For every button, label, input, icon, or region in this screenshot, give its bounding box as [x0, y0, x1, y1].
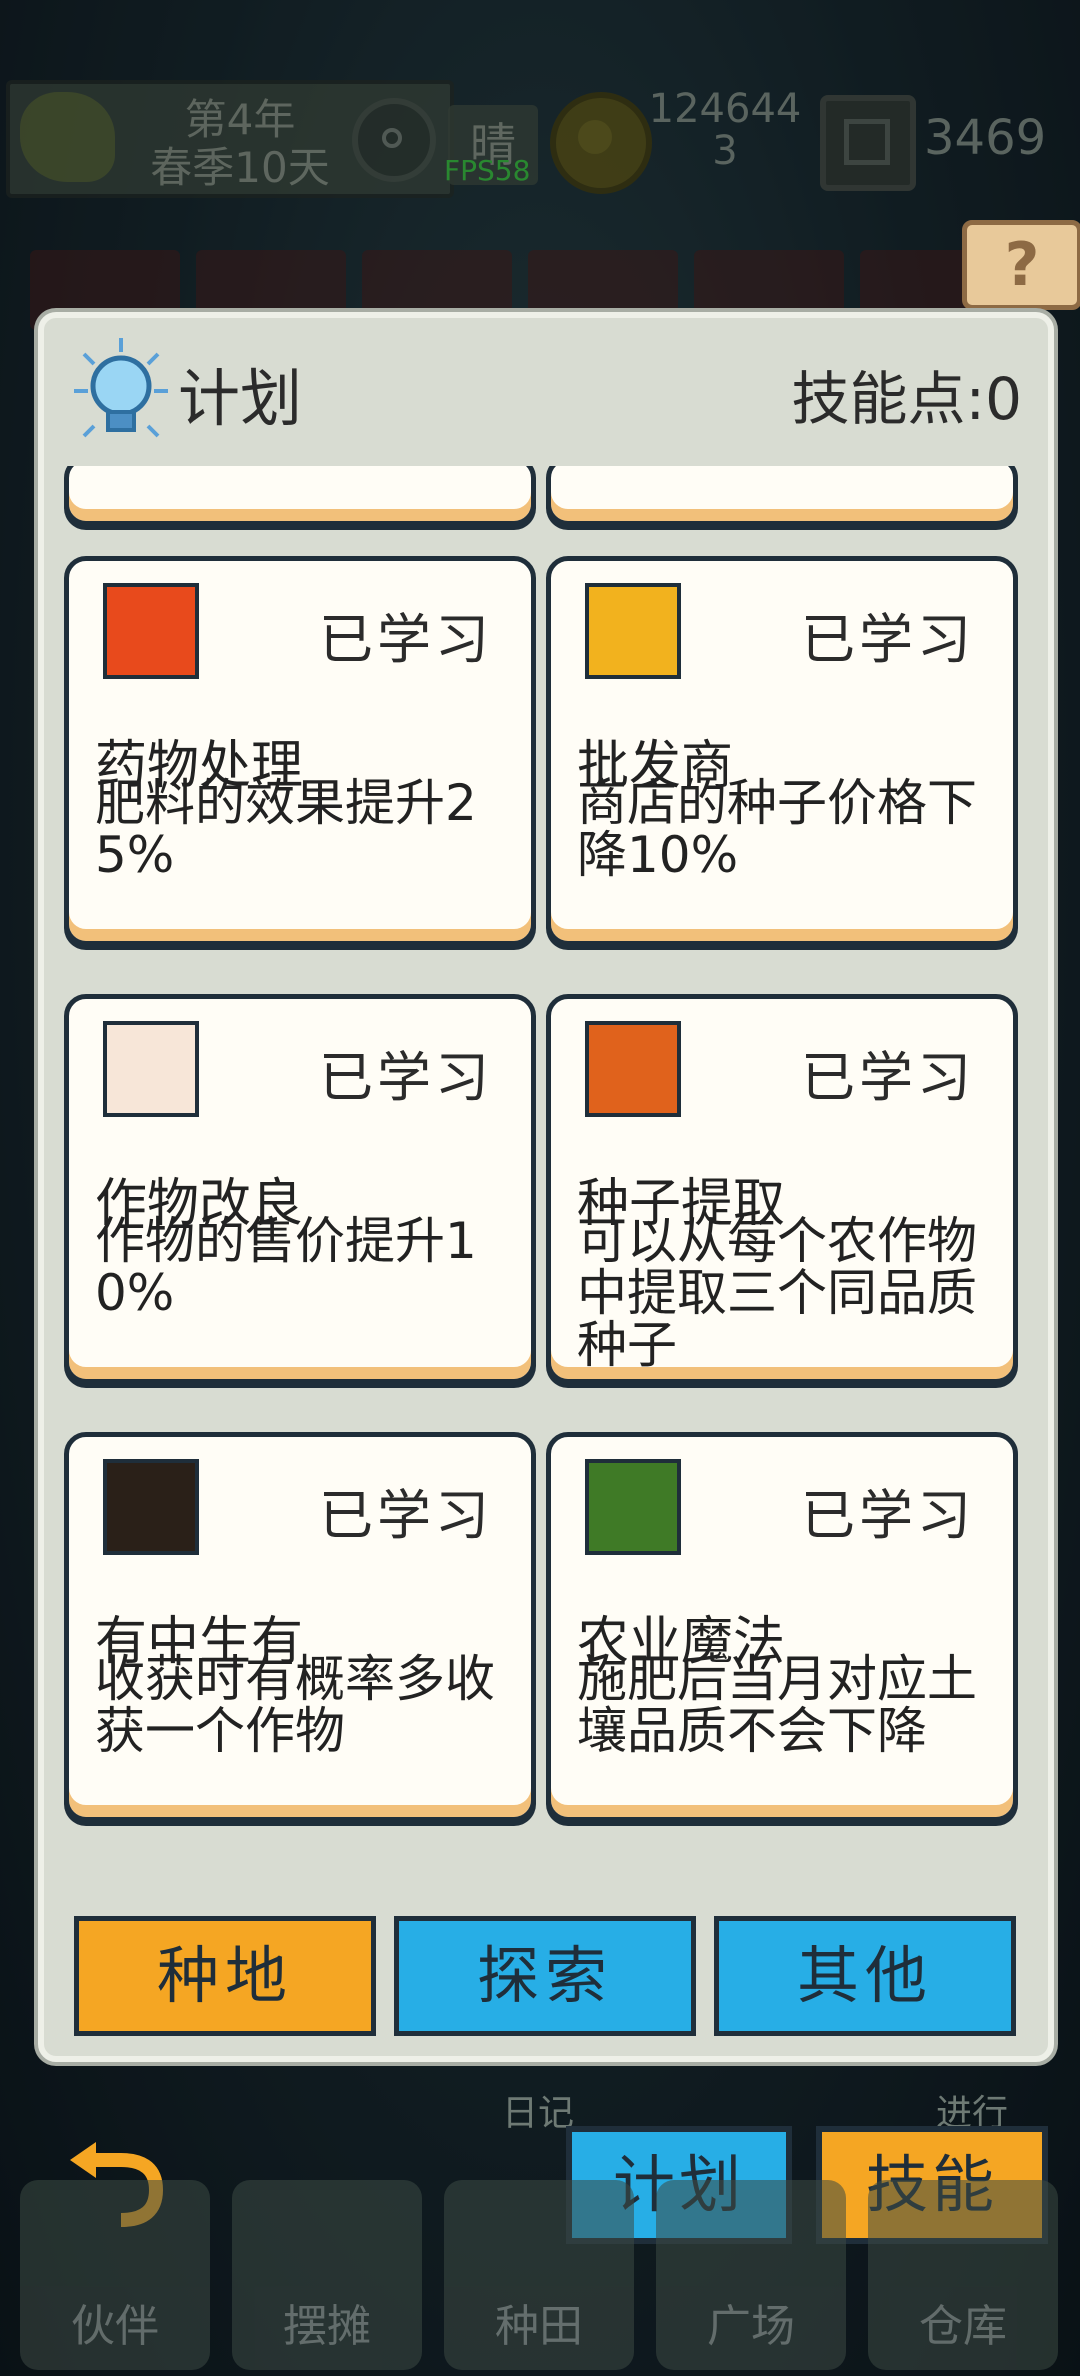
seed-bag-icon [585, 583, 681, 679]
seed-extract-icon [585, 1021, 681, 1117]
skill-card[interactable]: 已学习 批发商 商店的种子价格下降10% [546, 556, 1018, 946]
sparkle-box-icon [103, 1459, 199, 1555]
skill-desc: 收获时有概率多收获一个作物 [95, 1650, 495, 1760]
nav-plaza[interactable]: 广场 [656, 2180, 846, 2370]
skill-status: 已学习 [801, 1484, 975, 1547]
skill-points: 技能点:0 [791, 365, 1022, 433]
fertilizer-potion-icon [103, 583, 199, 679]
skill-list[interactable]: 已学习 药物处理 肥料的效果提升25% 已学习 批发商 商店的种子价格下降10%… [64, 466, 1028, 1866]
nav-label: 摆摊 [283, 2301, 371, 2352]
skill-card[interactable]: 已学习 有中生有 收获时有概率多收获一个作物 [64, 1432, 536, 1822]
plan-panel: 计划 技能点:0 已学习 药物处理 肥料的效果提升25% 已学习 批发商 商店的… [38, 312, 1054, 2062]
skill-status: 已学习 [801, 1046, 975, 1109]
skill-card[interactable]: 已学习 药物处理 肥料的效果提升25% [64, 556, 536, 946]
sprout-icon [103, 1021, 199, 1117]
panel-title: 计划 [178, 362, 303, 435]
tab-other[interactable]: 其他 [714, 1916, 1016, 2036]
nav-stall[interactable]: 摆摊 [232, 2180, 422, 2370]
nav-label: 仓库 [919, 2301, 1007, 2352]
skill-desc: 可以从每个农作物中提取三个同品质种子 [577, 1212, 977, 1374]
skill-card[interactable]: 已学习 作物改良 作物的售价提升10% [64, 994, 536, 1384]
panel-header: 计划 技能点:0 [44, 318, 1048, 458]
skill-desc: 作物的售价提升10% [95, 1212, 477, 1322]
nav-farm[interactable]: 种田 [444, 2180, 634, 2370]
nav-label: 种田 [495, 2301, 583, 2352]
lightbulb-icon [74, 338, 168, 438]
help-button[interactable]: ? [962, 220, 1080, 310]
skill-desc: 施肥后当月对应土壤品质不会下降 [577, 1650, 977, 1760]
skill-card-partial [64, 466, 536, 526]
skill-card[interactable]: 已学习 农业魔法 施肥后当月对应土壤品质不会下降 [546, 1432, 1018, 1822]
tab-farming[interactable]: 种地 [74, 1916, 376, 2036]
skill-desc: 肥料的效果提升25% [95, 774, 477, 884]
skill-status: 已学习 [801, 608, 975, 671]
skill-status: 已学习 [319, 1046, 493, 1109]
nav-label: 广场 [707, 2301, 795, 2352]
tab-explore[interactable]: 探索 [394, 1916, 696, 2036]
category-tabs: 种地 探索 其他 [74, 1916, 1018, 2036]
nav-warehouse[interactable]: 仓库 [868, 2180, 1058, 2370]
skill-status: 已学习 [319, 1484, 493, 1547]
skill-status: 已学习 [319, 608, 493, 671]
diary-label: 日记 [502, 2093, 575, 2134]
skill-card[interactable]: 已学习 种子提取 可以从每个农作物中提取三个同品质种子 [546, 994, 1018, 1384]
magic-flask-icon [585, 1459, 681, 1555]
nav-label: 伙伴 [71, 2301, 159, 2352]
nav-partner[interactable]: 伙伴 [20, 2180, 210, 2370]
skill-desc: 商店的种子价格下降10% [577, 774, 977, 884]
bottom-nav: 伙伴 摆摊 种田 广场 仓库 [0, 2160, 1080, 2376]
skill-card-partial [546, 466, 1018, 526]
